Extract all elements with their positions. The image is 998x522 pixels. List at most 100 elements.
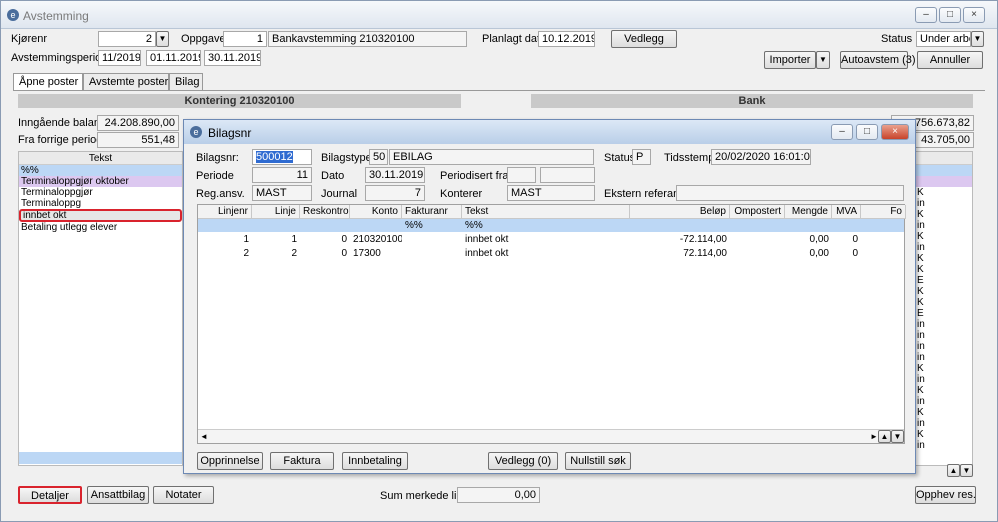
inngaende-value: 24.208.890,00 [97,115,179,131]
list-item[interactable]: Terminaloppg [19,198,182,209]
col-mengde[interactable]: Mengde [785,205,832,219]
row2-mengde: 0,00 [809,248,829,259]
opprinnelse-button[interactable]: Opprinnelse [197,452,263,470]
nullstill-button[interactable]: Nullstill søk [565,452,631,470]
faktura-button[interactable]: Faktura [270,452,334,470]
bank-list-cell: K [917,363,924,374]
planlagt-date-field[interactable]: 10.12.2019 [538,31,595,47]
periode-to-field[interactable]: 30.11.2019 [204,50,261,66]
scroll-bottom-icon[interactable]: ▼ [960,464,973,477]
kjorenr-label: Kjørenr [11,33,48,45]
bank-list-cell: K [917,429,924,440]
bank-header: Bank [531,94,973,108]
status-select[interactable]: Under arbeid [916,31,971,47]
sum-value: 0,00 [457,487,540,503]
col-belop[interactable]: Beløp [630,205,730,219]
bank-list-cell: in [917,374,925,385]
periodisert-from-field [507,167,536,183]
vedlegg-button[interactable]: Vedlegg [611,30,677,48]
dato-label: Dato [321,170,345,182]
regansv-label: Reg.ansv. [196,188,245,200]
detaljer-button[interactable]: Detaljer [18,486,82,504]
bank-list-cell: K [917,286,924,297]
opphev-button[interactable]: Opphev res. [915,486,976,504]
list-item[interactable]: %% [19,165,182,176]
list-item[interactable]: Terminaloppgjør oktober [19,176,182,187]
title-bar: e Avstemming – □ × [1,1,997,29]
dialog-maximize-button[interactable]: □ [856,124,878,140]
minimize-button[interactable]: – [915,7,937,23]
filter-tekst[interactable]: %% [462,219,630,232]
bilagsnr-field[interactable]: 500012 [252,149,312,165]
row2-reskontro: 0 [341,248,347,259]
dialog-status-value: P [632,149,651,165]
periode-label: Periode [196,170,234,182]
col-konto[interactable]: Konto [350,205,402,219]
importer-dropdown-icon[interactable]: ▼ [816,51,830,69]
open-items-list[interactable]: Tekst %% Terminaloppgjør oktober Termina… [18,151,183,466]
bilagstype-name: EBILAG [389,149,594,165]
scroll-right-icon[interactable]: ► [870,432,878,441]
dialog-title: Bilagsnr [208,126,252,140]
annuller-button[interactable]: Annuller [917,51,983,69]
posting-lines-grid[interactable]: Linjenr Linje Reskontro Konto Fakturanr … [197,204,906,444]
journal-value: 7 [365,185,425,201]
periode-from-field[interactable]: 01.11.2019 [146,50,201,66]
row1-belop: -72.114,00 [679,234,727,245]
row2-linje: 2 [291,248,297,259]
bilagsnr-value: 500012 [256,151,293,163]
bank-list-cell: E [917,308,924,319]
row2-konto: 17300 [353,248,381,259]
dialog-app-icon: e [190,126,202,138]
col-ompostert[interactable]: Ompostert [730,205,785,219]
ansattbilag-button[interactable]: Ansattbilag [87,486,149,504]
row1-konto: 210320100 [353,234,402,245]
col-fo[interactable]: Fo [861,205,906,219]
dialog-close-button[interactable]: × [881,124,909,140]
col-mva[interactable]: MVA [832,205,861,219]
grid-scroll-bottom-icon[interactable]: ▼ [891,430,904,443]
innbetaling-button[interactable]: Innbetaling [342,452,408,470]
maximize-button[interactable]: □ [939,7,961,23]
bank-list-cell: in [917,440,925,451]
col-tekst[interactable]: Tekst [462,205,630,219]
bank-list-header [912,152,972,165]
col-linjenr[interactable]: Linjenr [198,205,252,219]
autoavstem-button[interactable]: Autoavstem (3) [840,51,916,69]
bank-items-list[interactable]: Kin Kin Kin K K E K K Ein in in in Kin Kin Kin Kin [911,151,973,466]
status-dropdown-icon[interactable]: ▼ [971,31,984,47]
importer-button[interactable]: Importer [764,51,816,69]
kjorenr-field[interactable]: 2 [98,31,156,47]
close-button[interactable]: × [963,7,985,23]
list-item[interactable]: Terminaloppgjør [19,187,182,198]
col-linje[interactable]: Linje [252,205,300,219]
list-item-selected[interactable]: innbet okt [19,209,182,222]
oppgave-field[interactable]: 1 [223,31,267,47]
bilagstype-label: Bilagstype [321,152,372,164]
col-fakturanr[interactable]: Fakturanr [402,205,462,219]
tab-apne-poster[interactable]: Åpne poster [13,73,83,91]
periode-field[interactable]: 11/2019 [98,50,141,66]
row1-mva: 0 [852,234,858,245]
dialog-vedlegg-button[interactable]: Vedlegg (0) [488,452,558,470]
col-reskontro[interactable]: Reskontro [300,205,350,219]
bank-list-cell: in [917,198,925,209]
horizontal-scrollbar[interactable]: ◄ ► ▲ ▼ [198,429,904,443]
bank-list-cell: K [917,385,924,396]
filter-fakturanr[interactable]: %% [402,219,462,232]
bank-list-cell: K [917,264,924,275]
grid-scroll-top-icon[interactable]: ▲ [878,430,891,443]
bank-list-cell: E [917,275,924,286]
scroll-left-icon[interactable]: ◄ [200,432,208,441]
notater-button[interactable]: Notater [153,486,214,504]
tab-avstemte-poster[interactable]: Avstemte poster [83,73,169,90]
scroll-top-icon[interactable]: ▲ [947,464,960,477]
bank-list-rows: Kin Kin Kin K K E K K Ein in in in Kin Kin Kin Kin [912,187,972,451]
list-header: Tekst [19,152,182,165]
kjorenr-dropdown-icon[interactable]: ▼ [156,31,169,47]
list-item[interactable]: Betaling utlegg elever [19,222,182,233]
bilagstype-code: 50 [369,149,388,165]
dialog-minimize-button[interactable]: – [831,124,853,140]
forrige-value: 551,48 [97,132,179,148]
tab-bilag[interactable]: Bilag [169,73,203,90]
